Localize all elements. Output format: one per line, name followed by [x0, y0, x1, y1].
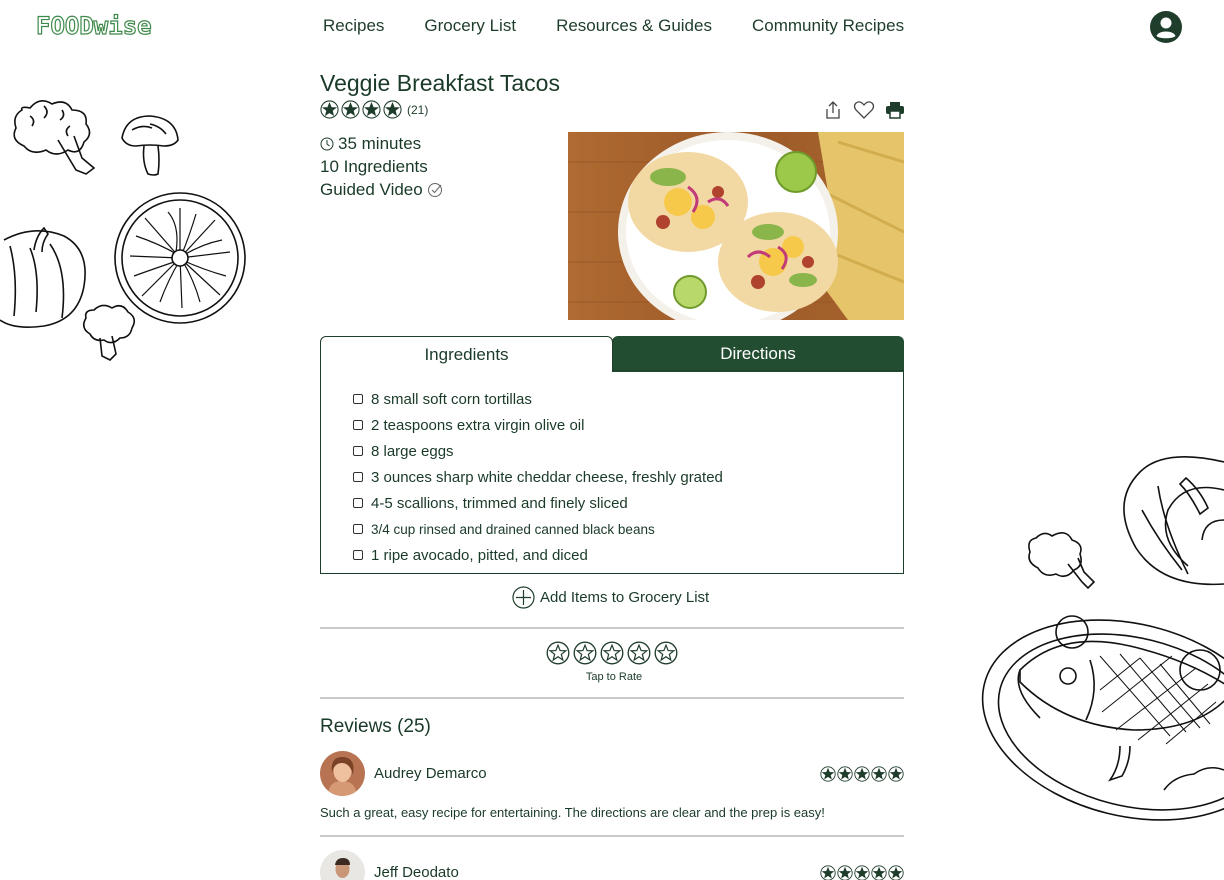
ingredient-item[interactable]: 1 ripe avocado, pitted, and diced: [353, 542, 723, 568]
guided-video-link[interactable]: Guided Video: [320, 178, 443, 201]
logo[interactable]: FOODwise: [35, 11, 152, 40]
ingredients-panel: 8 small soft corn tortillas 2 teaspoons …: [320, 370, 904, 574]
ingredient-item[interactable]: 3/4 cup rinsed and drained canned black …: [353, 516, 723, 542]
review-text: Such a great, easy recipe for entertaini…: [320, 805, 825, 820]
check-circle-icon: [427, 182, 442, 197]
star-icon: [820, 765, 836, 782]
rating-count: (21): [407, 102, 429, 117]
heart-icon[interactable]: [853, 100, 875, 120]
ingredient-text: 3/4 cup rinsed and drained canned black …: [371, 521, 655, 537]
star-icon: [362, 100, 381, 119]
print-icon[interactable]: [885, 100, 905, 120]
nav-resources-guides[interactable]: Resources & Guides: [556, 16, 712, 36]
reviewer-name: Audrey Demarco: [374, 765, 487, 782]
star-icon: [341, 100, 360, 119]
guided-video-text[interactable]: Guided Video: [320, 178, 423, 201]
recipe-rating: (21): [320, 100, 428, 119]
star-icon: [871, 864, 887, 880]
ingredient-text: 2 teaspoons extra virgin olive oil: [371, 416, 585, 434]
ingredient-text: 1 ripe avocado, pitted, and diced: [371, 546, 588, 564]
review-stars: [820, 864, 904, 880]
rate-star-icon[interactable]: [546, 641, 570, 665]
ingredient-text: 3 ounces sharp white cheddar cheese, fre…: [371, 468, 723, 486]
tab-ingredients[interactable]: Ingredients: [320, 336, 613, 372]
rate-star-icon[interactable]: [654, 641, 678, 665]
divider: [320, 835, 904, 837]
star-icon: [837, 864, 853, 880]
recipe-meta: 35 minutes 10 Ingredients Guided Video: [320, 132, 443, 201]
star-icon: [320, 100, 339, 119]
ingredient-item[interactable]: 3 ounces sharp white cheddar cheese, fre…: [353, 464, 723, 490]
ingredient-item[interactable]: 4-5 scallions, trimmed and finely sliced: [353, 490, 723, 516]
ingredient-text: 4-5 scallions, trimmed and finely sliced: [371, 494, 628, 512]
add-to-grocery-button[interactable]: Add Items to Grocery List: [512, 586, 709, 609]
add-to-grocery-label: Add Items to Grocery List: [540, 589, 710, 606]
cook-time-text: 35 minutes: [338, 134, 422, 153]
divider: [320, 697, 904, 699]
nav-grocery-list[interactable]: Grocery List: [424, 16, 516, 36]
ingredient-count: 10 Ingredients: [320, 155, 443, 178]
ingredient-checkbox[interactable]: [353, 446, 363, 456]
rate-label: Tap to Rate: [585, 671, 643, 683]
ingredient-checkbox[interactable]: [353, 472, 363, 482]
ingredient-text: 8 large eggs: [371, 442, 454, 460]
ingredient-checkbox[interactable]: [353, 524, 363, 534]
recipe-actions: [823, 100, 905, 120]
ingredient-count-text: 10 Ingredients: [320, 157, 428, 176]
star-icon: [871, 765, 887, 782]
rate-star-icon[interactable]: [627, 641, 651, 665]
star-icon: [854, 864, 870, 880]
tab-directions[interactable]: Directions: [612, 336, 904, 372]
star-icon: [888, 864, 904, 880]
rating-stars: [320, 100, 402, 119]
ingredient-checkbox[interactable]: [353, 498, 363, 508]
ingredient-text: 8 small soft corn tortillas: [371, 390, 532, 408]
rate-star-icon[interactable]: [600, 641, 624, 665]
recipe-tabs: Ingredients Directions: [320, 336, 904, 372]
main-nav: Recipes Grocery List Resources & Guides …: [323, 16, 944, 36]
vegetable-illustration-left: [0, 100, 246, 361]
account-circle-icon[interactable]: [1150, 11, 1182, 43]
ingredient-checkbox[interactable]: [353, 394, 363, 404]
reviews-title: Reviews (25): [320, 716, 431, 737]
ingredient-item[interactable]: 2 teaspoons extra virgin olive oil: [353, 412, 723, 438]
star-icon: [888, 765, 904, 782]
ingredients-list: 8 small soft corn tortillas 2 teaspoons …: [353, 386, 723, 568]
divider: [320, 627, 904, 629]
recipe-title: Veggie Breakfast Tacos: [320, 70, 560, 96]
ingredient-checkbox[interactable]: [353, 550, 363, 560]
star-icon: [820, 864, 836, 880]
cook-time: 35 minutes: [320, 132, 443, 155]
ingredient-checkbox[interactable]: [353, 420, 363, 430]
nav-recipes[interactable]: Recipes: [323, 16, 384, 36]
clock-icon: [320, 137, 334, 150]
review-stars: [820, 765, 904, 782]
share-icon[interactable]: [823, 100, 843, 120]
rate-star-icon[interactable]: [573, 641, 597, 665]
vegetable-illustration-right: [981, 456, 1224, 821]
avatar: [320, 751, 365, 796]
star-icon: [837, 765, 853, 782]
star-icon: [854, 765, 870, 782]
ingredient-item[interactable]: 8 large eggs: [353, 438, 723, 464]
nav-community-recipes[interactable]: Community Recipes: [752, 16, 904, 36]
avatar: [320, 850, 365, 880]
star-icon: [383, 100, 402, 119]
recipe-photo: [568, 132, 904, 320]
ingredient-item[interactable]: 8 small soft corn tortillas: [353, 386, 723, 412]
plus-circle-icon: [512, 586, 535, 609]
review-header: Audrey Demarco: [320, 751, 904, 796]
review-header: Jeff Deodato: [320, 850, 904, 880]
reviewer-name: Jeff Deodato: [374, 864, 459, 880]
rate-stars[interactable]: [546, 641, 678, 665]
